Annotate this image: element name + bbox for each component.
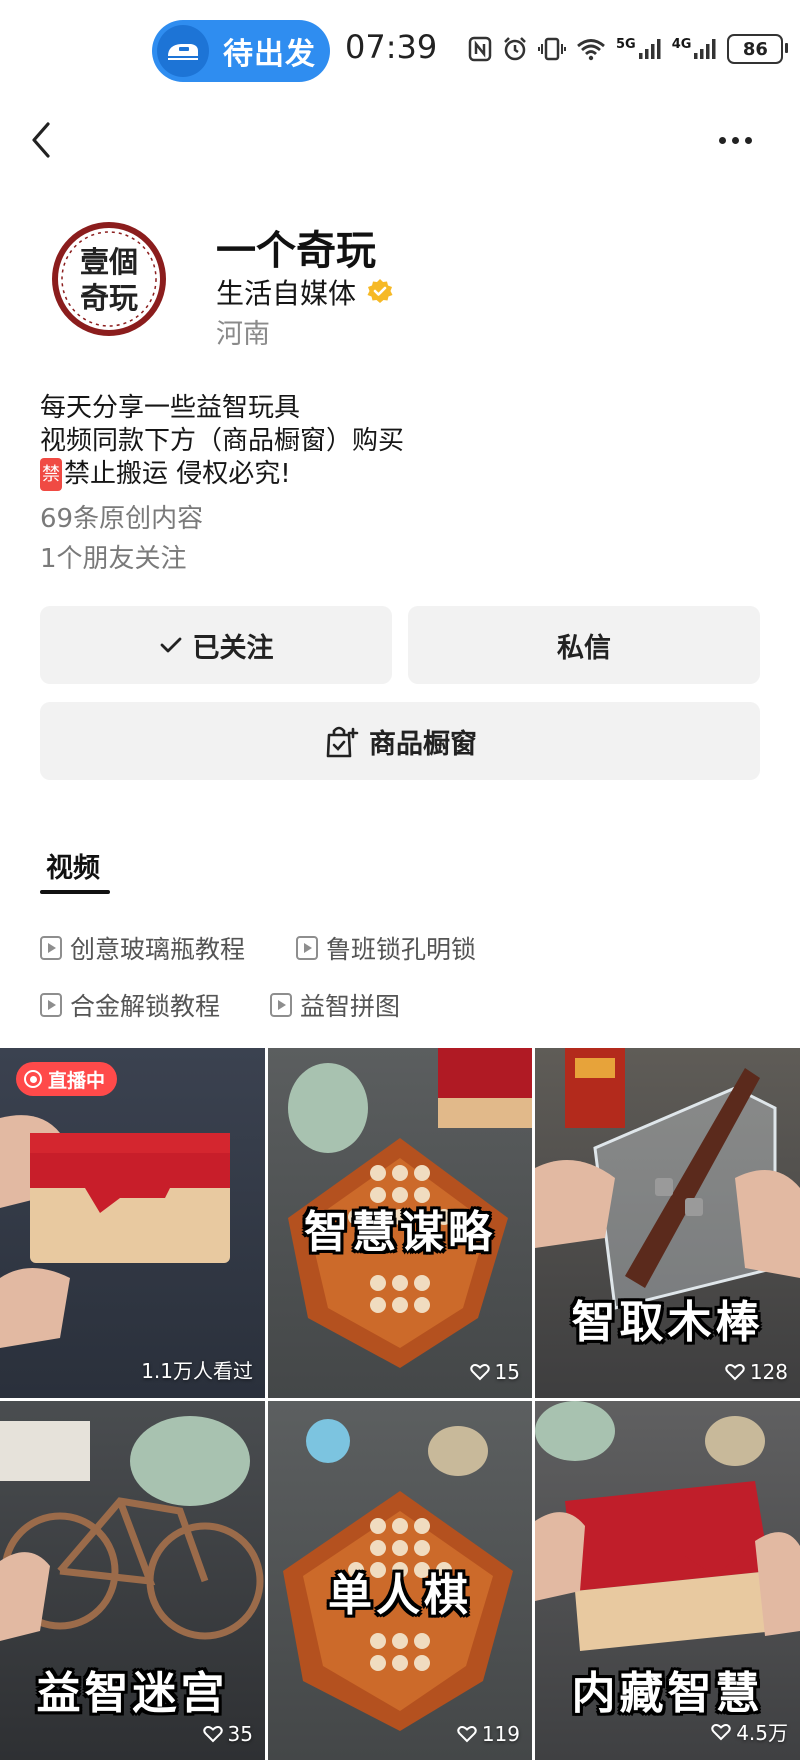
video-likes: 128	[725, 1360, 788, 1384]
video-views-label: 1.1万人看过	[141, 1359, 253, 1383]
collection-luban-lock[interactable]: 鲁班锁孔明锁	[296, 930, 476, 966]
original-content-count[interactable]: 69条原创内容	[40, 498, 203, 535]
more-dot-icon	[731, 136, 739, 144]
collection-label: 创意玻璃瓶教程	[70, 935, 246, 964]
more-options-button[interactable]	[712, 126, 758, 154]
playlist-icon	[40, 993, 62, 1017]
bio-line-3-text: 禁止搬运 侵权必究!	[64, 459, 291, 489]
avatar-text-line-2: 奇玩	[79, 281, 138, 315]
video-likes: 119	[457, 1722, 520, 1746]
video-likes-label: 119	[481, 1722, 520, 1746]
avatar-text-line-1: 壹個	[79, 245, 138, 279]
bio-line-1: 每天分享一些益智玩具	[40, 393, 301, 423]
video-tile-6[interactable]: 内藏智慧 4.5万	[535, 1401, 800, 1760]
signal-4g-icon	[694, 39, 716, 59]
video-title: 智慧谋略	[304, 1207, 496, 1258]
profile-category-label: 生活自媒体	[216, 277, 357, 310]
trip-label: 待出发	[223, 37, 316, 72]
friends-following[interactable]: 1个朋友关注	[40, 538, 187, 575]
bio-line-2: 视频同款下方（商品橱窗）购买	[40, 426, 405, 456]
live-badge: 直播中	[16, 1062, 118, 1096]
profile-category: 生活自媒体	[216, 272, 394, 312]
video-tile-5[interactable]: 单人棋 119	[268, 1401, 532, 1760]
alarm-icon	[504, 37, 526, 61]
train-icon	[157, 25, 209, 77]
battery-indicator: 86	[727, 34, 789, 64]
status-bar: 待出发 07:39 5G 4G 86	[0, 0, 800, 100]
tab-video[interactable]: 视频	[46, 846, 100, 885]
video-likes: 35	[202, 1722, 253, 1746]
trip-pill[interactable]: 待出发	[152, 20, 330, 82]
chevron-left-icon	[32, 122, 50, 158]
system-icons: 5G 4G 86	[468, 34, 789, 64]
following-button[interactable]: 已关注	[40, 606, 392, 684]
video-thumbnail	[0, 1115, 230, 1348]
video-tile-4[interactable]: 益智迷宫 35	[0, 1401, 265, 1760]
clock: 07:39	[345, 28, 438, 66]
signal-4g: 4G	[672, 37, 718, 61]
playlist-icon	[296, 936, 318, 960]
heart-icon	[725, 1364, 745, 1381]
signal-5g-icon	[638, 39, 661, 59]
wifi-icon	[577, 39, 605, 61]
heart-icon	[469, 1364, 490, 1381]
live-icon	[24, 1070, 42, 1088]
profile-location: 河南	[216, 319, 270, 350]
heart-icon	[202, 1726, 223, 1743]
shop-window-button[interactable]: 商品橱窗	[40, 702, 760, 780]
shopping-bag-icon	[326, 726, 359, 758]
video-likes: 15	[469, 1360, 520, 1384]
live-label: 直播中	[48, 1069, 106, 1092]
video-likes: 4.5万	[711, 1717, 788, 1746]
shop-window-label: 商品橱窗	[369, 728, 477, 760]
collection-label: 合金解锁教程	[70, 992, 221, 1021]
playlist-icon	[40, 936, 62, 960]
profile-bio: 每天分享一些益智玩具 视频同款下方（商品橱窗）购买 禁禁止搬运 侵权必究!	[40, 392, 404, 491]
collection-glass-bottle[interactable]: 创意玻璃瓶教程	[40, 930, 245, 966]
nfc-icon	[468, 36, 492, 62]
heart-icon	[711, 1723, 731, 1740]
collection-puzzle[interactable]: 益智拼图	[270, 987, 400, 1023]
video-likes-label: 15	[494, 1360, 520, 1384]
playlist-icon	[270, 993, 292, 1017]
message-button[interactable]: 私信	[408, 606, 760, 684]
more-dot-icon	[718, 136, 726, 144]
vibrate-icon	[538, 37, 566, 61]
message-label: 私信	[557, 632, 611, 664]
video-title: 智取木棒	[571, 1297, 764, 1348]
signal-5g: 5G	[616, 37, 662, 61]
heart-icon	[457, 1726, 477, 1743]
video-tile-2[interactable]: 智慧谋略 15	[268, 1048, 532, 1398]
video-likes-label: 128	[749, 1360, 788, 1384]
video-likes-label: 35	[227, 1722, 253, 1746]
bio-line-3: 禁禁止搬运 侵权必究!	[40, 458, 404, 491]
more-dot-icon	[744, 136, 752, 144]
back-button[interactable]	[22, 116, 62, 164]
video-title: 益智迷宫	[36, 1668, 229, 1719]
video-tile-3[interactable]: 智取木棒 128	[535, 1048, 800, 1398]
video-views: 1.1万人看过	[141, 1355, 253, 1384]
video-title: 单人棋	[328, 1570, 472, 1621]
collection-label: 益智拼图	[300, 992, 401, 1021]
tab-underline	[40, 890, 110, 894]
video-likes-label: 4.5万	[736, 1721, 788, 1745]
ban-badge: 禁	[40, 458, 62, 491]
following-label: 已关注	[192, 632, 274, 664]
video-tile-live[interactable]: 直播中 1.1万人看过	[0, 1048, 265, 1398]
profile-name: 一个奇玩	[216, 228, 376, 274]
avatar[interactable]: 壹個 奇玩	[50, 220, 168, 338]
check-icon	[160, 637, 181, 653]
collection-label: 鲁班锁孔明锁	[326, 935, 477, 964]
verified-badge-icon	[367, 279, 393, 303]
video-title: 内藏智慧	[571, 1668, 764, 1719]
collection-alloy-unlock[interactable]: 合金解锁教程	[40, 987, 220, 1023]
